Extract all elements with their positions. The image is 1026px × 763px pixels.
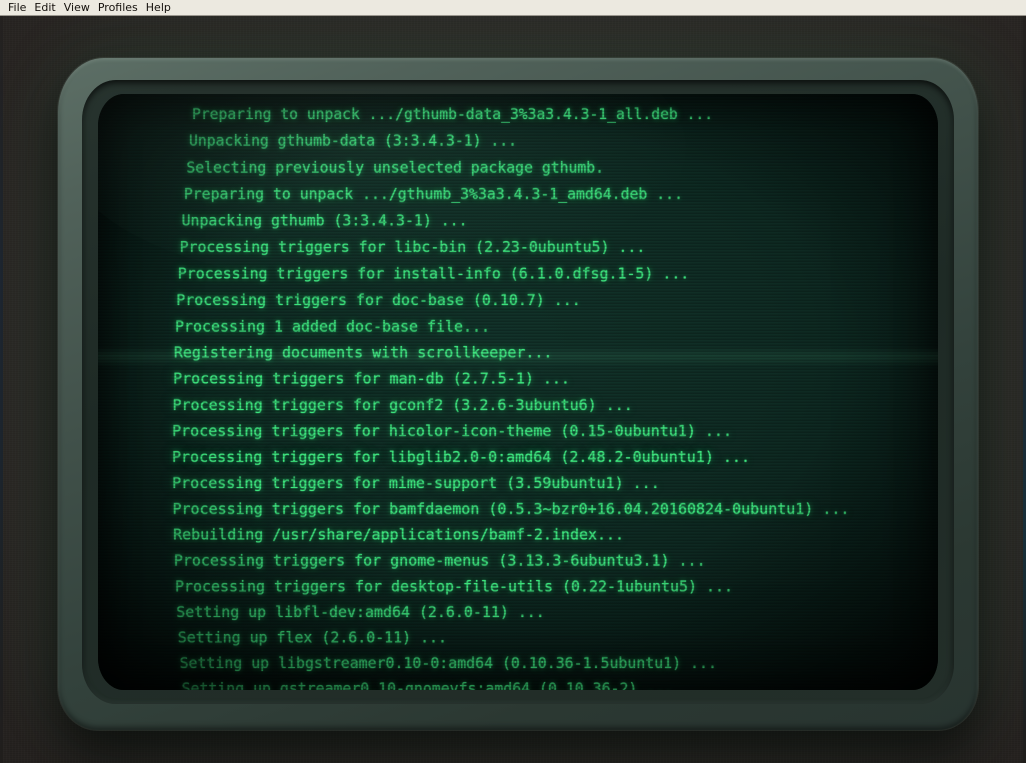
menu-help[interactable]: Help [142, 0, 175, 15]
terminal-line: Processing triggers for doc-base (0.10.7… [176, 290, 581, 309]
terminal-line: Setting up libfl-dev:amd64 (2.6.0-11) ..… [176, 602, 545, 621]
terminal-line: Preparing to unpack .../gthumb_3%3a3.4.3… [183, 185, 683, 204]
crt-bezel-inner-ring: Preparing to unpack .../gthumb-data_3%3a… [82, 80, 954, 704]
terminal-line: Preparing to unpack .../gthumb-data_3%3a… [192, 105, 714, 123]
terminal-line: Processing triggers for man-db (2.7.5-1)… [173, 369, 570, 388]
menu-edit[interactable]: Edit [30, 0, 59, 15]
terminal-line: Processing triggers for gnome-menus (3.1… [173, 551, 706, 570]
terminal-line: Processing triggers for desktop-file-uti… [174, 577, 734, 596]
terminal-line: Unpacking gthumb (3:3.4.3-1) ... [181, 211, 468, 230]
terminal-line: Selecting previously unselected package … [186, 158, 605, 177]
crt-monitor-bezel: Preparing to unpack .../gthumb-data_3%3a… [58, 58, 978, 730]
terminal-window: File Edit View Profiles Help Preparing t… [0, 0, 1026, 763]
terminal-line: Rebuilding /usr/share/applications/bamf-… [173, 525, 625, 544]
terminal-line: Registering documents with scrollkeeper.… [173, 343, 553, 362]
terminal-line: Unpacking gthumb-data (3:3.4.3-1) ... [189, 131, 517, 150]
terminal-line: Processing triggers for gconf2 (3.2.6-3u… [172, 395, 633, 414]
left-edge-strip [0, 16, 3, 763]
desktop-background: Preparing to unpack .../gthumb-data_3%3a… [0, 16, 1026, 763]
terminal-line: Processing triggers for install-info (6.… [177, 264, 690, 283]
terminal-line: Processing triggers for mime-support (3.… [172, 473, 660, 492]
menu-profiles[interactable]: Profiles [94, 0, 142, 15]
terminal-line: Setting up libgstreamer0.10-0:amd64 (0.1… [179, 654, 717, 673]
menu-bar: File Edit View Profiles Help [0, 0, 1026, 16]
terminal-line: Setting up flex (2.6.0-11) ... [177, 628, 448, 647]
menu-file[interactable]: File [4, 0, 30, 15]
terminal-line: Setting up gstreamer0.10-gnomevfs:amd64 … [181, 679, 674, 690]
terminal-line: Processing triggers for bamfdaemon (0.5.… [172, 499, 850, 518]
terminal-line: Processing triggers for libc-bin (2.23-0… [179, 238, 646, 257]
terminal-line: Processing triggers for libglib2.0-0:amd… [172, 448, 750, 466]
terminal-line: Processing 1 added doc-base file... [174, 317, 490, 336]
terminal-line: Processing triggers for hicolor-icon-the… [172, 421, 732, 440]
menu-view[interactable]: View [60, 0, 94, 15]
crt-screen[interactable]: Preparing to unpack .../gthumb-data_3%3a… [98, 94, 938, 690]
terminal-output[interactable]: Preparing to unpack .../gthumb-data_3%3a… [98, 94, 938, 690]
